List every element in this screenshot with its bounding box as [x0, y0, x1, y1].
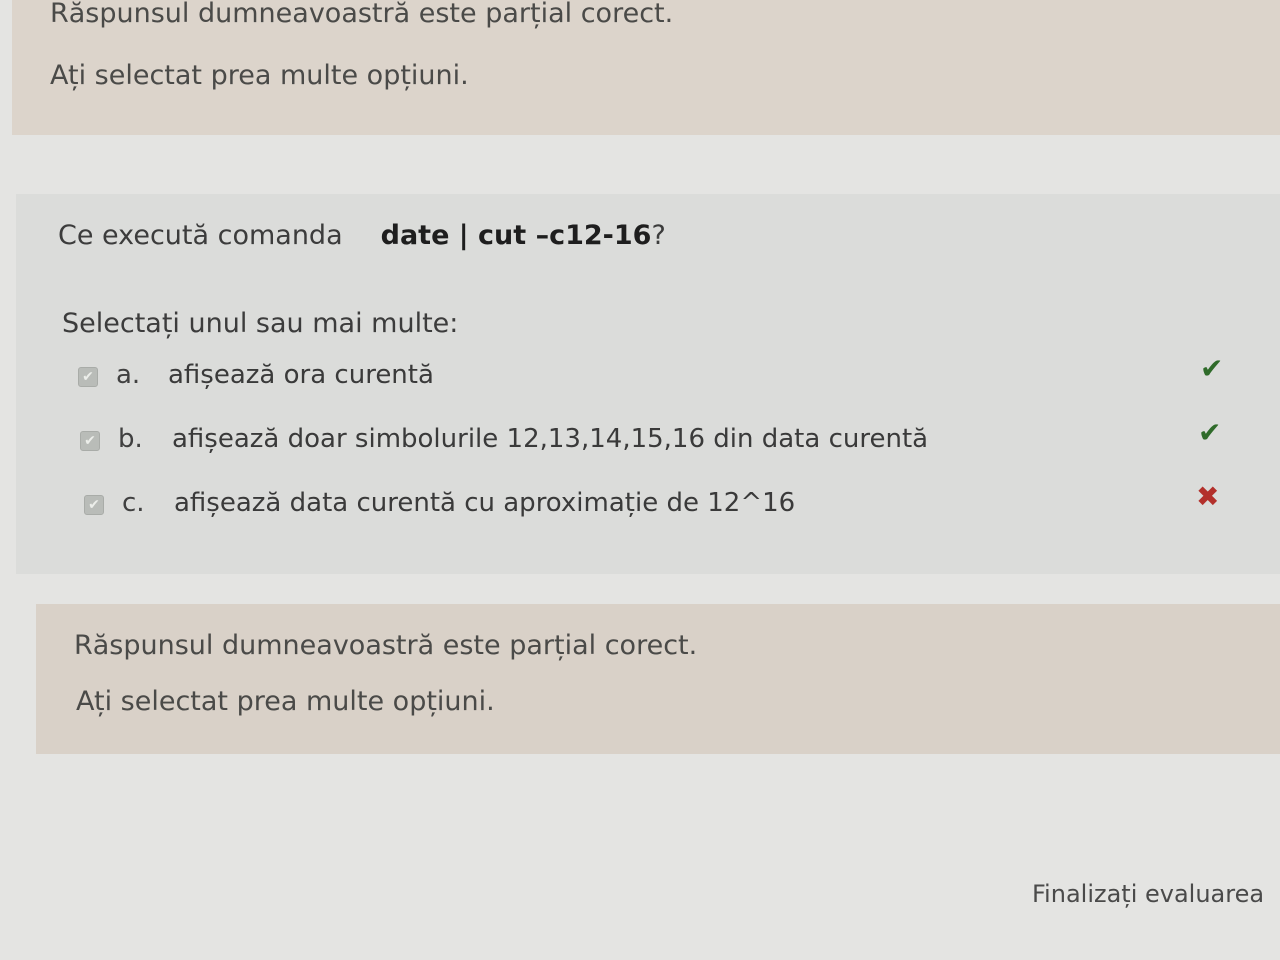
option-letter: a. — [116, 360, 141, 390]
answer-option-c[interactable]: ✔ c. afișează data curentă cu aproximați… — [84, 480, 1264, 528]
feedback-too-many-options: Ați selectat prea multe opțiuni. — [76, 686, 495, 717]
checkbox-checked-icon[interactable]: ✔ — [80, 431, 100, 451]
question-instruction: Selectați unul sau mai multe: — [62, 308, 459, 339]
option-letter: c. — [122, 488, 145, 518]
feedback-panel-top: Răspunsul dumneavoastră este parțial cor… — [12, 0, 1280, 135]
question-command: date | cut –c12-16 — [380, 220, 652, 251]
finish-review-link[interactable]: Finalizați evaluarea — [1032, 880, 1264, 908]
check-icon: ✔ — [1198, 416, 1222, 449]
question-text: Ce execută comanda date | cut –c12-16? — [58, 220, 666, 251]
option-text[interactable]: afișează data curentă cu aproximație de … — [174, 488, 795, 518]
question-prefix: Ce execută comanda — [58, 220, 343, 251]
checkbox-checked-icon[interactable]: ✔ — [84, 495, 104, 515]
feedback-too-many-options: Ați selectat prea multe opțiuni. — [50, 60, 469, 91]
question-panel: Ce execută comanda date | cut –c12-16? Se… — [16, 194, 1280, 574]
check-icon: ✔ — [1200, 352, 1224, 385]
feedback-panel-bottom: Răspunsul dumneavoastră este parțial cor… — [36, 604, 1280, 754]
cross-icon: ✖ — [1196, 480, 1220, 513]
option-text[interactable]: afișează doar simbolurile 12,13,14,15,16… — [172, 424, 928, 454]
checkbox-checked-icon[interactable]: ✔ — [78, 367, 98, 387]
option-text[interactable]: afișează ora curentă — [168, 360, 434, 390]
answer-option-b[interactable]: ✔ b. afișează doar simbolurile 12,13,14,… — [80, 416, 1260, 464]
feedback-partial-correct: Răspunsul dumneavoastră este parțial cor… — [74, 630, 698, 661]
question-suffix: ? — [651, 220, 666, 251]
answer-option-a[interactable]: ✔ a. afișează ora curentă ✔ — [78, 352, 1258, 400]
feedback-partial-correct: Răspunsul dumneavoastră este parțial cor… — [50, 0, 674, 29]
option-letter: b. — [118, 424, 143, 454]
